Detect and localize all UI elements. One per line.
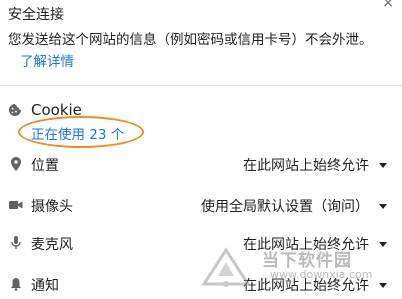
permission-label-notifications: 通知 (31, 278, 59, 294)
watermark-url: www.downxia.com (270, 268, 373, 281)
highlight-ellipse (18, 116, 144, 148)
permission-value-camera[interactable]: 使用全局默认设置（询问） (201, 196, 369, 216)
permission-label-location: 位置 (31, 158, 59, 174)
learn-more-link[interactable]: 了解详情 (20, 54, 74, 70)
connection-description: 您发送给这个网站的信息（例如密码或信用卡号）不会外泄。了解详情 (8, 29, 394, 73)
chevron-down-icon (379, 283, 387, 288)
permission-label-camera: 摄像头 (31, 199, 73, 215)
close-icon[interactable]: × (382, 0, 394, 10)
watermark-logo-icon (201, 247, 251, 287)
microphone-icon (11, 236, 21, 249)
chevron-down-icon (379, 242, 387, 247)
bell-icon (11, 278, 21, 291)
permission-value-location[interactable]: 在此网站上始终允许 (243, 155, 369, 175)
location-icon (11, 157, 21, 171)
permission-label-microphone: 麦克风 (31, 237, 73, 253)
chevron-down-icon (379, 204, 387, 209)
connection-title: 安全连接 (8, 7, 64, 23)
chevron-down-icon (379, 163, 387, 168)
permission-row-camera[interactable]: 摄像头 使用全局默认设置（询问） (0, 191, 402, 219)
camera-icon (9, 201, 23, 209)
description-text: 您发送给这个网站的信息（例如密码或信用卡号）不会外泄。 (8, 32, 373, 48)
divider (0, 85, 402, 86)
cookie-icon (9, 104, 21, 116)
permission-row-location[interactable]: 位置 在此网站上始终允许 (0, 150, 402, 178)
